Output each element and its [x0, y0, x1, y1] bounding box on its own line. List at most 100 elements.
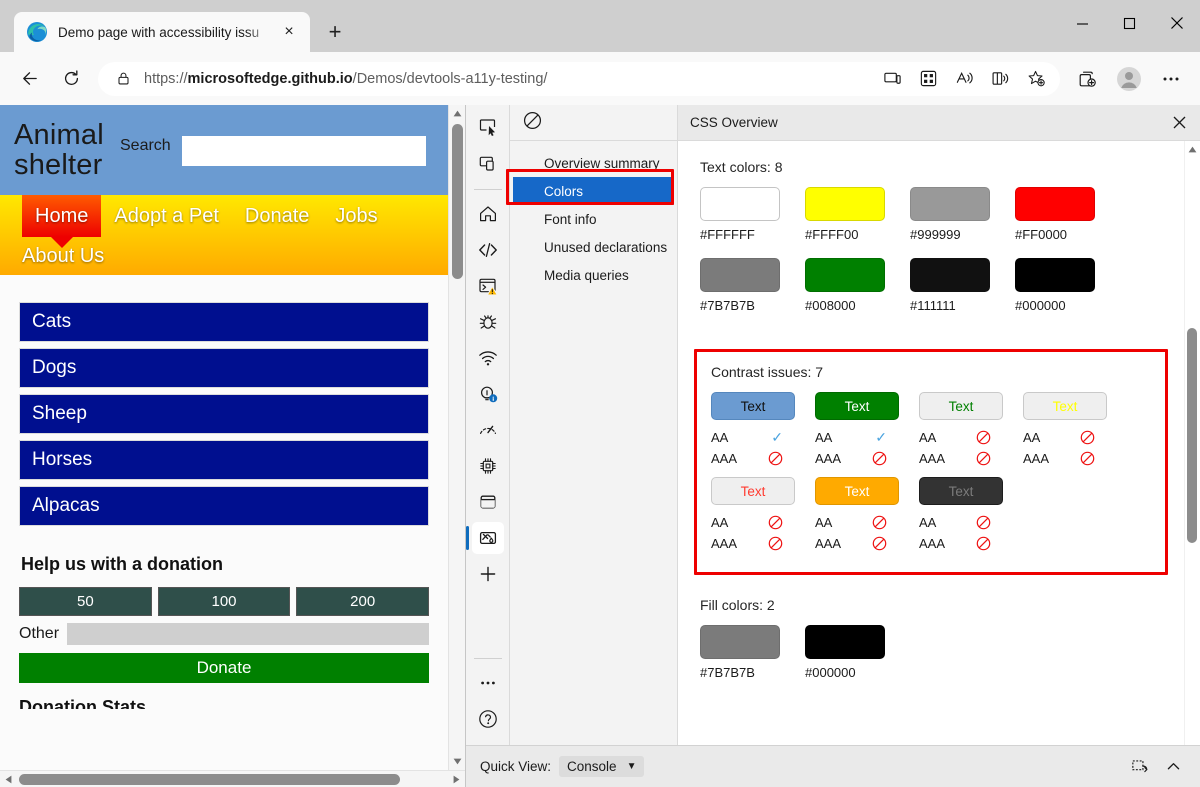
page-scroll-track[interactable] [449, 122, 466, 753]
color-swatch[interactable] [1015, 187, 1095, 221]
color-swatch-cell[interactable]: #7B7B7B [700, 625, 805, 680]
color-swatch-cell[interactable]: #FF0000 [1015, 187, 1120, 242]
color-swatch-cell[interactable]: #FFFF00 [805, 187, 910, 242]
memory-chip-icon[interactable] [472, 450, 504, 482]
inspect-element-icon[interactable] [472, 111, 504, 143]
device-emulation-icon[interactable] [472, 147, 504, 179]
collections-icon[interactable] [1068, 62, 1106, 96]
debugger-bug-icon[interactable] [472, 306, 504, 338]
color-swatch[interactable] [805, 187, 885, 221]
color-swatch-cell[interactable]: #000000 [805, 625, 910, 680]
list-item[interactable]: Sheep [19, 394, 429, 434]
devtools-scroll-thumb[interactable] [1187, 328, 1197, 543]
devtools-scroll-track[interactable] [1184, 158, 1200, 745]
contrast-issue-item[interactable]: Text AA ✓ AAA [711, 392, 815, 469]
add-favorite-icon[interactable] [1020, 64, 1052, 94]
contrast-issue-item[interactable]: Text AA AAA [711, 477, 815, 554]
donate-button[interactable]: Donate [19, 653, 429, 683]
immersive-reader-icon[interactable] [984, 64, 1016, 94]
browser-tab[interactable]: Demo page with accessibility issu × [14, 12, 310, 52]
amount-button-100[interactable]: 100 [157, 587, 291, 616]
no-entry-icon[interactable] [522, 110, 543, 136]
nav-item-adopt-a-pet[interactable]: Adopt a Pet [101, 195, 232, 237]
nav-unused-declarations[interactable]: Unused declarations [510, 233, 677, 261]
devtools-vertical-scrollbar[interactable] [1184, 141, 1200, 745]
close-icon[interactable] [1153, 0, 1200, 46]
css-overview-icon[interactable] [465, 522, 504, 554]
settings-more-icon[interactable] [1152, 62, 1190, 96]
page-vertical-scrollbar[interactable] [448, 105, 465, 770]
new-tab-button[interactable]: + [318, 15, 352, 49]
refresh-icon[interactable] [52, 62, 90, 96]
elements-code-icon[interactable] [472, 234, 504, 266]
color-swatch[interactable] [805, 258, 885, 292]
page-horizontal-scrollbar[interactable] [0, 770, 465, 787]
scroll-right-arrow-icon[interactable] [448, 771, 465, 787]
amount-button-200[interactable]: 200 [296, 587, 430, 616]
list-item[interactable]: Dogs [19, 348, 429, 388]
application-window-icon[interactable] [472, 486, 504, 518]
list-item[interactable]: Cats [19, 302, 429, 342]
profile-avatar-icon[interactable] [1110, 62, 1148, 96]
contrast-issue-item[interactable]: Text AA ✓ AAA [815, 392, 919, 469]
tab-close-icon[interactable]: × [276, 19, 302, 45]
issues-lightbulb-icon[interactable] [472, 378, 504, 410]
console-warning-icon[interactable] [472, 270, 504, 302]
search-input[interactable] [181, 136, 426, 166]
color-swatch[interactable] [700, 625, 780, 659]
color-swatch[interactable] [700, 187, 780, 221]
welcome-home-icon[interactable] [472, 198, 504, 230]
devtools-scroll-up-icon[interactable] [1184, 141, 1200, 158]
color-swatch[interactable] [910, 187, 990, 221]
color-swatch[interactable] [805, 625, 885, 659]
nav-item-home[interactable]: Home [22, 195, 102, 237]
address-bar[interactable]: https://microsoftedge.github.io/Demos/de… [98, 61, 1060, 96]
color-swatch[interactable] [1015, 258, 1095, 292]
scroll-up-arrow-icon[interactable] [449, 105, 466, 122]
collapse-chevron-icon[interactable] [1156, 753, 1190, 781]
list-item[interactable]: Alpacas [19, 486, 429, 526]
nav-item-jobs[interactable]: Jobs [322, 195, 390, 237]
other-amount-input[interactable] [67, 623, 429, 645]
contrast-issue-item[interactable]: Text AA AAA [919, 392, 1023, 469]
color-swatch-cell[interactable]: #111111 [910, 258, 1015, 313]
dock-side-icon[interactable] [1122, 753, 1156, 781]
quick-view-select[interactable]: Console ▼ [559, 756, 645, 777]
page-hscroll-track[interactable] [17, 771, 448, 787]
more-tools-icon[interactable] [472, 667, 504, 699]
scroll-left-arrow-icon[interactable] [0, 771, 17, 787]
scroll-down-arrow-icon[interactable] [449, 753, 466, 770]
contrast-issue-item[interactable]: Text AA AAA [1023, 392, 1127, 469]
color-swatch-cell[interactable]: #999999 [910, 187, 1015, 242]
color-swatch[interactable] [700, 258, 780, 292]
contrast-issue-item[interactable]: Text AA AAA [919, 477, 1023, 554]
color-swatch-cell[interactable]: #7B7B7B [700, 258, 805, 313]
maximize-icon[interactable] [1106, 0, 1153, 46]
page-scroll-thumb[interactable] [451, 124, 463, 279]
nav-overview-summary[interactable]: Overview summary [510, 149, 677, 177]
back-arrow-icon[interactable] [10, 62, 48, 96]
close-panel-icon[interactable] [1162, 108, 1196, 138]
device-cast-icon[interactable] [876, 64, 908, 94]
color-swatch[interactable] [910, 258, 990, 292]
help-question-icon[interactable] [472, 703, 504, 735]
nav-colors[interactable]: Colors [513, 177, 674, 205]
list-item[interactable]: Horses [19, 440, 429, 480]
pass-check-icon: ✓ [875, 429, 887, 445]
nav-media-queries[interactable]: Media queries [510, 261, 677, 289]
minimize-icon[interactable] [1059, 0, 1106, 46]
network-wifi-icon[interactable] [472, 342, 504, 374]
read-aloud-icon[interactable] [948, 64, 980, 94]
nav-font-info[interactable]: Font info [510, 205, 677, 233]
donation-section: Help us with a donation 50 100 200 Other… [0, 532, 448, 709]
amount-button-50[interactable]: 50 [19, 587, 152, 616]
color-swatch-cell[interactable]: #FFFFFF [700, 187, 805, 242]
nav-item-donate[interactable]: Donate [232, 195, 323, 237]
add-tool-plus-icon[interactable] [472, 558, 504, 590]
color-swatch-cell[interactable]: #000000 [1015, 258, 1120, 313]
color-swatch-cell[interactable]: #008000 [805, 258, 910, 313]
contrast-issue-item[interactable]: Text AA AAA [815, 477, 919, 554]
app-grid-icon[interactable] [912, 64, 944, 94]
performance-gauge-icon[interactable] [472, 414, 504, 446]
page-hscroll-thumb[interactable] [19, 773, 400, 785]
